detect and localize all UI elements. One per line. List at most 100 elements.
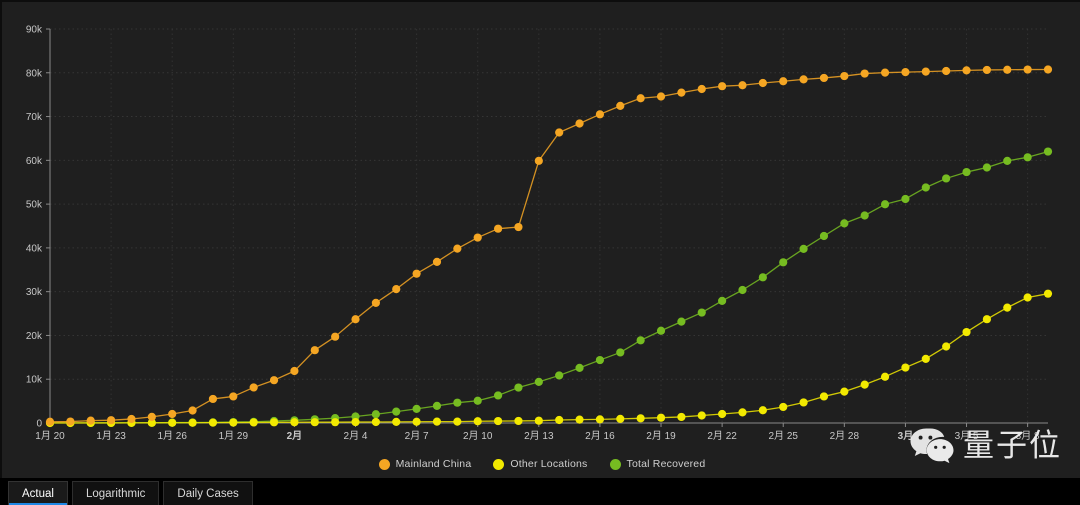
data-point[interactable] <box>595 415 605 424</box>
data-point[interactable] <box>453 417 462 426</box>
data-point[interactable] <box>127 414 136 424</box>
data-point[interactable] <box>921 183 930 192</box>
data-point[interactable] <box>514 222 523 232</box>
data-point[interactable] <box>718 82 727 91</box>
data-point[interactable] <box>636 336 645 345</box>
data-point[interactable] <box>1023 293 1032 302</box>
data-point[interactable] <box>432 257 442 266</box>
data-point[interactable] <box>677 88 686 97</box>
data-point[interactable] <box>229 392 238 401</box>
data-point[interactable] <box>677 412 686 422</box>
data-point[interactable] <box>534 156 543 165</box>
data-point[interactable] <box>840 219 849 228</box>
data-point[interactable] <box>575 363 584 373</box>
data-point[interactable] <box>453 398 462 407</box>
data-point[interactable] <box>840 71 849 81</box>
data-point[interactable] <box>473 417 482 426</box>
data-point[interactable] <box>1043 289 1053 298</box>
data-point[interactable] <box>555 128 564 137</box>
data-point[interactable] <box>758 78 767 88</box>
data-point[interactable] <box>208 394 218 404</box>
tab-logarithmic[interactable]: Logarithmic <box>71 481 160 505</box>
data-point[interactable] <box>962 66 971 75</box>
series-other-locations[interactable] <box>45 289 1053 428</box>
data-point[interactable] <box>1003 303 1012 312</box>
data-point[interactable] <box>412 404 421 414</box>
data-point[interactable] <box>208 418 218 427</box>
data-point[interactable] <box>697 411 706 420</box>
data-point[interactable] <box>738 285 747 295</box>
data-point[interactable] <box>616 414 625 423</box>
data-point[interactable] <box>1003 156 1012 165</box>
data-point[interactable] <box>819 73 829 83</box>
data-point[interactable] <box>901 363 910 372</box>
data-point[interactable] <box>493 224 503 233</box>
data-point[interactable] <box>962 167 971 177</box>
series-mainland-china[interactable] <box>45 65 1053 426</box>
data-point[interactable] <box>45 417 55 426</box>
data-point[interactable] <box>982 163 992 172</box>
data-point[interactable] <box>168 418 177 427</box>
data-point[interactable] <box>555 371 564 380</box>
data-point[interactable] <box>901 194 910 204</box>
data-point[interactable] <box>1023 153 1032 162</box>
data-point[interactable] <box>147 412 156 421</box>
tab-daily-cases[interactable]: Daily Cases <box>163 481 253 505</box>
data-point[interactable] <box>310 418 319 427</box>
data-point[interactable] <box>738 81 747 90</box>
data-point[interactable] <box>1003 65 1012 74</box>
data-point[interactable] <box>331 332 340 341</box>
data-point[interactable] <box>595 110 605 119</box>
data-point[interactable] <box>880 372 890 381</box>
data-point[interactable] <box>514 416 523 426</box>
data-point[interactable] <box>616 101 625 110</box>
data-point[interactable] <box>575 415 584 424</box>
data-point[interactable] <box>1023 65 1032 74</box>
data-point[interactable] <box>1043 65 1053 74</box>
data-point[interactable] <box>758 273 767 282</box>
data-point[interactable] <box>921 67 930 76</box>
data-point[interactable] <box>942 342 951 351</box>
data-point[interactable] <box>473 396 482 405</box>
data-point[interactable] <box>351 315 360 324</box>
data-point[interactable] <box>269 376 279 385</box>
legend-item-other_locations[interactable]: Other Locations <box>493 458 587 470</box>
data-point[interactable] <box>290 418 299 427</box>
data-point[interactable] <box>799 398 808 407</box>
data-point[interactable] <box>392 407 401 416</box>
data-point[interactable] <box>758 406 767 415</box>
data-point[interactable] <box>453 244 462 253</box>
data-point[interactable] <box>616 348 625 357</box>
data-point[interactable] <box>942 66 951 76</box>
data-point[interactable] <box>982 315 992 324</box>
legend-item-mainland_china[interactable]: Mainland China <box>378 458 472 470</box>
data-point[interactable] <box>860 380 869 389</box>
data-point[interactable] <box>473 233 482 242</box>
data-point[interactable] <box>799 75 808 84</box>
data-point[interactable] <box>392 417 401 426</box>
series-total-recovered[interactable] <box>45 147 1053 427</box>
data-point[interactable] <box>840 387 849 396</box>
data-point[interactable] <box>718 296 727 305</box>
data-point[interactable] <box>779 258 788 267</box>
data-point[interactable] <box>860 211 869 220</box>
data-point[interactable] <box>1043 147 1053 156</box>
data-point[interactable] <box>392 285 401 294</box>
data-point[interactable] <box>819 392 829 401</box>
data-point[interactable] <box>66 417 75 426</box>
data-point[interactable] <box>269 418 279 427</box>
data-point[interactable] <box>331 418 340 427</box>
data-point[interactable] <box>249 383 258 392</box>
data-point[interactable] <box>371 417 380 427</box>
data-point[interactable] <box>432 417 442 426</box>
data-point[interactable] <box>432 401 442 410</box>
data-point[interactable] <box>229 418 238 427</box>
data-point[interactable] <box>921 354 930 363</box>
data-point[interactable] <box>107 416 116 425</box>
data-point[interactable] <box>779 402 788 412</box>
data-point[interactable] <box>290 366 299 376</box>
data-point[interactable] <box>656 413 666 422</box>
data-point[interactable] <box>555 415 564 425</box>
data-point[interactable] <box>656 326 666 335</box>
data-point[interactable] <box>412 269 421 278</box>
